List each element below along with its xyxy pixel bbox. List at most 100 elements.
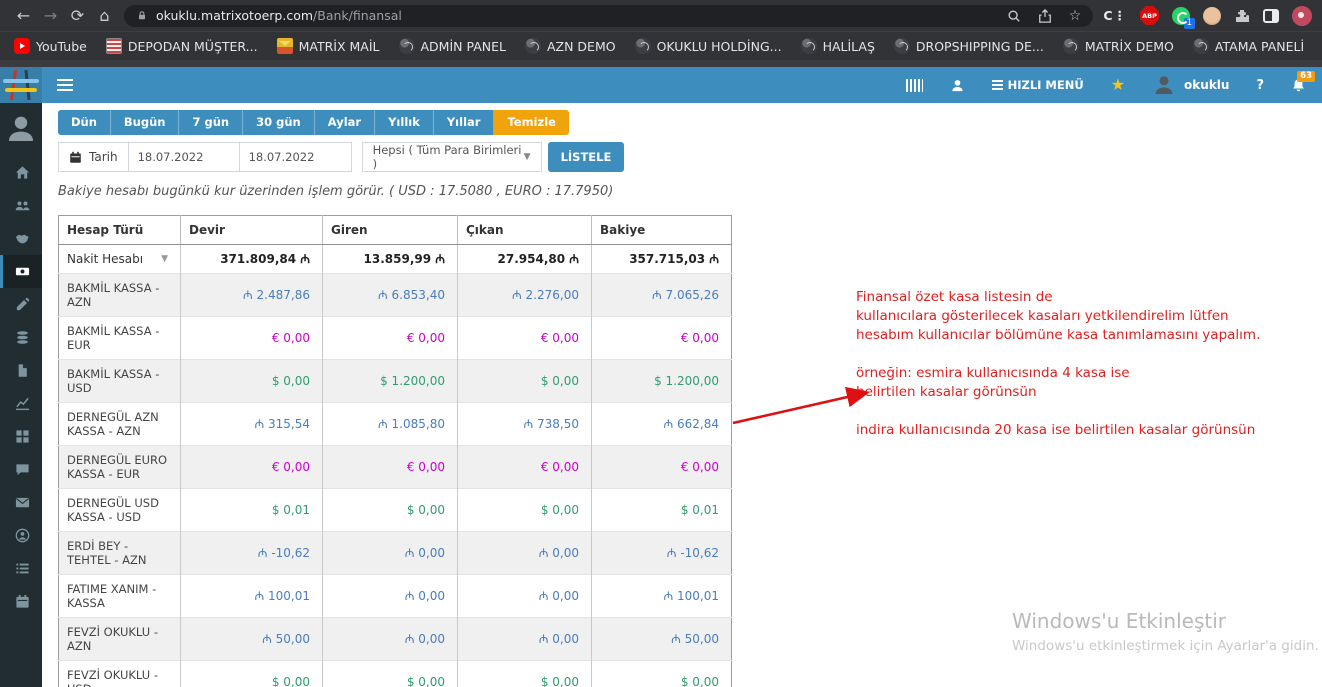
avatar-extension-icon[interactable] — [1203, 6, 1221, 25]
extensions-puzzle-icon[interactable] — [1234, 8, 1250, 24]
chat-icon — [16, 464, 29, 476]
sidebar-item-edit[interactable] — [0, 288, 42, 321]
summary-value: 13.859,99 ₼ — [322, 244, 458, 274]
sidebar-item-mail[interactable] — [0, 486, 42, 519]
url-bar[interactable]: okuklu.matrixotoerp.com/Bank/finansal ☆ — [124, 4, 1094, 27]
header-user-icon[interactable] — [950, 78, 965, 93]
dropdown-caret-icon[interactable]: ▼ — [161, 252, 168, 266]
sidebar-item-document[interactable] — [0, 354, 42, 387]
help-button[interactable]: ? — [1256, 78, 1264, 93]
bookmark-dropshipping-de[interactable]: DROPSHIPPING DE... — [893, 38, 1044, 54]
bookmark-matri-x-demo[interactable]: MATRİX DEMO — [1062, 38, 1174, 54]
back-icon[interactable]: ← — [10, 0, 37, 31]
filter-button-30-g-n[interactable]: 30 gün — [243, 110, 315, 135]
bookmark-hali-la[interactable]: HALİLAŞ — [800, 38, 875, 54]
bookmark-star-icon[interactable]: ☆ — [1069, 8, 1082, 24]
notifications-bell[interactable]: 63 — [1291, 70, 1315, 93]
sidebar-item-database[interactable] — [0, 321, 42, 354]
filter-button-clear[interactable]: Temizle — [494, 110, 569, 135]
bookmark-admi-n-panel[interactable]: ADMİN PANEL — [398, 38, 506, 54]
account-value: ₼ 7.065,26 — [591, 273, 732, 317]
url-host: okuklu.matrixotoerp.com — [156, 8, 314, 23]
colorzilla-extension-icon[interactable]: C⋮ — [1103, 8, 1127, 23]
filter-button-7-g-n[interactable]: 7 gün — [179, 110, 244, 135]
whatsapp-extension-icon[interactable]: 1 — [1172, 6, 1195, 29]
account-value: $ 0,00 — [180, 359, 323, 403]
summary-row-label: Nakit Hesabı — [67, 252, 144, 266]
adblock-extension-icon[interactable]: ABP — [1140, 6, 1159, 25]
extension-area: C⋮ ABP 1 — [1103, 5, 1312, 29]
bookmark-youtube[interactable]: YouTube — [14, 38, 87, 54]
account-value: ₼ 2.487,86 — [180, 273, 323, 317]
annotation-line: hesabım kullanıcılar bölümüne kasa tanım… — [856, 327, 1261, 343]
filter-button-bug-n[interactable]: Bugün — [110, 110, 180, 135]
account-value: € 0,00 — [322, 445, 458, 489]
date-from-input[interactable]: 18.07.2022 — [129, 143, 240, 171]
sidebar-item-grid[interactable] — [0, 420, 42, 453]
date-to-input[interactable]: 18.07.2022 — [240, 143, 351, 171]
filter-button-d-n[interactable]: Dün — [58, 110, 111, 135]
annotation-line: örneğin: esmira kullanıcısında 4 kasa is… — [856, 365, 1130, 381]
youtube-favicon-icon — [14, 38, 30, 54]
filter-button-y-ll-k[interactable]: Yıllık — [375, 110, 434, 135]
bookmark-okuklu-holdi-ng[interactable]: OKUKLU HOLDİNG... — [634, 38, 782, 54]
zoom-search-icon[interactable] — [1007, 9, 1021, 23]
filter-button-aylar[interactable]: Aylar — [314, 110, 376, 135]
sidebar-toggle-icon[interactable] — [42, 79, 88, 91]
list-button[interactable]: LİSTELE — [547, 142, 625, 172]
account-value: € 0,00 — [591, 445, 732, 489]
account-label: DERNEGÜL USD KASSA - USD — [58, 488, 181, 532]
currency-select-value: Hepsi ( Tüm Para Birimleri ) — [372, 143, 522, 171]
account-value: € 0,00 — [457, 445, 592, 489]
account-value: ₼ 0,00 — [322, 531, 458, 575]
bell-badge: 63 — [1297, 70, 1315, 82]
handshake-icon — [15, 234, 29, 244]
app-logo[interactable] — [0, 67, 42, 103]
account-value: $ 0,00 — [180, 660, 323, 687]
filter-button-y-llar[interactable]: Yıllar — [433, 110, 495, 135]
account-value: € 0,00 — [591, 316, 732, 360]
table-row: BAKMİL KASSA - AZN ₼ 2.487,86 ₼ 6.853,40 ₼… — [58, 273, 732, 317]
sidebar-item-cash[interactable] — [0, 255, 42, 288]
forward-icon[interactable]: → — [37, 0, 64, 31]
share-icon[interactable] — [1038, 8, 1052, 23]
bookmark-depodan-m-ter[interactable]: DEPODAN MÜŞTER... — [105, 38, 258, 54]
sidebar-item-list[interactable] — [0, 552, 42, 585]
side-panel-icon[interactable] — [1263, 8, 1279, 23]
account-value: $ 0,00 — [457, 359, 592, 403]
account-label: FATIME XANIM -KASSA — [58, 574, 181, 618]
favorites-star-icon[interactable]: ★ — [1111, 77, 1125, 93]
quick-menu-label: HIZLI MENÜ — [1007, 78, 1084, 92]
quick-menu-button[interactable]: HIZLI MENÜ — [991, 78, 1084, 92]
bookmark-label: AZN DEMO — [546, 38, 616, 54]
account-value: ₼ 0,00 — [322, 617, 458, 661]
sidebar-item-profile[interactable] — [0, 519, 42, 552]
sidebar-user-avatar[interactable] — [5, 112, 37, 144]
sidebar-item-users[interactable] — [0, 189, 42, 222]
reload-icon[interactable]: ⟳ — [64, 0, 91, 31]
home-icon[interactable]: ⌂ — [91, 0, 118, 31]
currency-select[interactable]: Hepsi ( Tüm Para Birimleri ) ▼ — [361, 142, 542, 172]
browser-profile-avatar[interactable] — [1292, 5, 1312, 26]
edit-icon — [16, 297, 30, 311]
barcode-icon[interactable] — [905, 78, 923, 92]
sidebar-item-handshake[interactable] — [0, 222, 42, 255]
account-value: $ 0,00 — [457, 488, 592, 532]
account-label: DERNEGÜL AZN KASSA - AZN — [58, 402, 181, 446]
sidebar-item-home[interactable] — [0, 156, 42, 189]
watermark-title: Windows'u Etkinleştir — [1012, 609, 1227, 633]
account-value: $ 0,01 — [591, 488, 732, 532]
bookmark-matri-x-mai-l[interactable]: MATRİX MAİL — [276, 38, 380, 54]
calendar-icon — [70, 151, 81, 163]
bookmark-azn-demo[interactable]: AZN DEMO — [524, 38, 616, 54]
sidebar-item-calendar[interactable] — [0, 585, 42, 618]
annotation-line: belirtilen kasalar görünsün — [856, 384, 1037, 400]
bookmark-atama-paneli[interactable]: ATAMA PANELİ — [1192, 38, 1304, 54]
chart-icon — [15, 397, 30, 411]
user-chip[interactable]: okuklu — [1152, 73, 1229, 97]
globe-favicon-icon — [893, 38, 910, 54]
sidebar-item-chat[interactable] — [0, 453, 42, 486]
flag-favicon-icon — [105, 38, 122, 54]
bookmark-label: DROPSHIPPING DE... — [915, 38, 1044, 54]
sidebar-item-chart[interactable] — [0, 387, 42, 420]
